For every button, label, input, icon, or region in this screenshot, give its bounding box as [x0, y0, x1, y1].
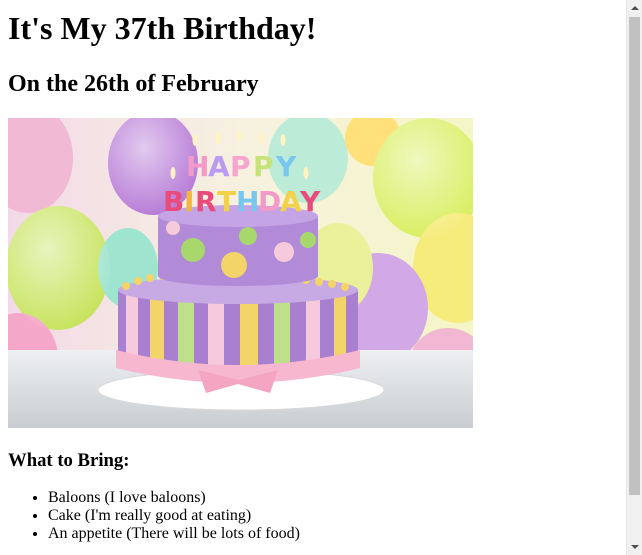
- vertical-scrollbar[interactable]: [626, 0, 642, 555]
- scroll-up-arrow-icon[interactable]: [627, 0, 642, 16]
- svg-text:D: D: [258, 185, 281, 218]
- svg-text:A: A: [280, 185, 302, 218]
- page-content: It's My 37th Birthday! On the 26th of Fe…: [0, 0, 626, 555]
- bring-list: Baloons (I love baloons) Cake (I'm reall…: [8, 489, 618, 543]
- birthday-cake-image: H A P P Y B I R T H D A Y: [8, 118, 473, 428]
- svg-text:H: H: [186, 150, 209, 183]
- svg-text:H: H: [236, 185, 259, 218]
- page-title: It's My 37th Birthday!: [8, 10, 317, 46]
- svg-text:I: I: [184, 185, 194, 218]
- scroll-down-arrow-icon[interactable]: [627, 539, 642, 555]
- list-item: Baloons (I love baloons): [48, 489, 618, 507]
- scrollbar-thumb[interactable]: [629, 17, 640, 495]
- list-item: Cake (I'm really good at eating): [48, 507, 618, 525]
- svg-text:Y: Y: [275, 150, 297, 183]
- svg-text:P: P: [230, 150, 251, 183]
- svg-text:B: B: [163, 185, 184, 218]
- svg-text:R: R: [195, 185, 217, 218]
- svg-text:T: T: [217, 185, 236, 218]
- page-subtitle: On the 26th of February: [8, 71, 259, 97]
- what-to-bring-heading: What to Bring:: [8, 450, 130, 471]
- list-item: An appetite (There will be lots of food): [48, 525, 618, 543]
- svg-text:Y: Y: [299, 185, 321, 218]
- svg-text:P: P: [253, 150, 274, 183]
- svg-text:A: A: [208, 150, 230, 183]
